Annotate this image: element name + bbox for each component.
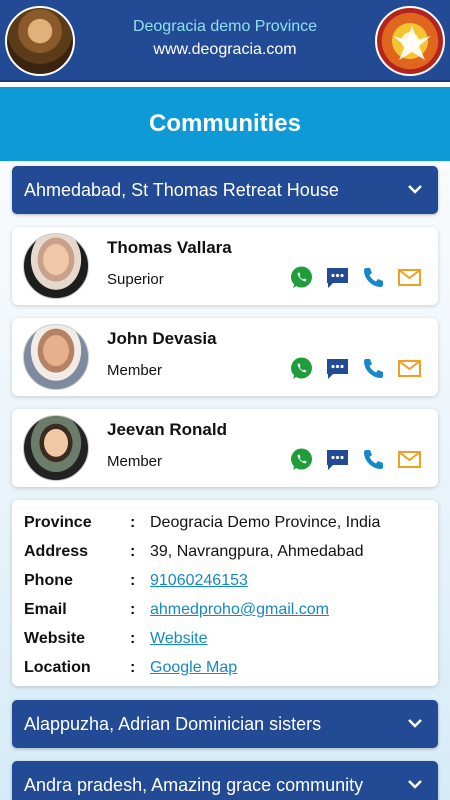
page-title: Communities (0, 87, 450, 161)
chevron-down-icon[interactable] (406, 714, 424, 732)
separator: : (130, 543, 136, 560)
message-icon[interactable] (325, 265, 350, 290)
header-title: Deogracia demo Province (132, 18, 318, 35)
member-role: Member (107, 453, 163, 470)
chevron-down-icon[interactable] (406, 180, 424, 198)
member-card: Thomas Vallara Superior (12, 227, 438, 305)
message-icon[interactable] (325, 447, 350, 472)
whatsapp-icon[interactable] (289, 265, 314, 290)
map-link[interactable]: Google Map (150, 659, 237, 677)
email-icon[interactable] (397, 356, 422, 381)
header-url[interactable]: www.deogracia.com (90, 41, 360, 59)
app-header: Deogracia demo Province www.deogracia.co… (0, 0, 450, 82)
member-avatar (23, 324, 89, 390)
member-name: Thomas Vallara (107, 238, 232, 257)
community-accordion[interactable]: Alappuzha, Adrian Dominician sisters (12, 700, 438, 748)
province-label: Province (24, 514, 92, 531)
website-link[interactable]: Website (150, 630, 208, 648)
province-value: Deogracia Demo Province, India (150, 514, 381, 531)
separator: : (130, 630, 136, 647)
separator: : (130, 659, 136, 676)
phone-icon[interactable] (361, 265, 386, 290)
address-label: Address (24, 543, 89, 560)
email-label: Email (24, 601, 67, 618)
separator: : (130, 572, 136, 589)
whatsapp-icon[interactable] (289, 447, 314, 472)
holy-spirit-logo (375, 6, 445, 76)
community-name: Alappuzha, Adrian Dominician sisters (24, 713, 322, 734)
email-link[interactable]: ahmedproho@gmail.com (150, 601, 329, 619)
phone-icon[interactable] (361, 356, 386, 381)
community-accordion[interactable]: Ahmedabad, St Thomas Retreat House (12, 166, 438, 214)
email-icon[interactable] (397, 447, 422, 472)
member-role: Member (107, 362, 163, 379)
phone-icon[interactable] (361, 447, 386, 472)
community-details: Province : Deogracia Demo Province, Indi… (12, 500, 438, 686)
dove-icon (393, 26, 431, 60)
location-label: Location (24, 659, 91, 676)
member-card: Jeevan Ronald Member (12, 409, 438, 487)
website-label: Website (24, 630, 86, 647)
phone-link[interactable]: 91060246153 (150, 572, 248, 590)
phone-label: Phone (24, 572, 73, 589)
community-accordion[interactable]: Andra pradesh, Amazing grace community (12, 761, 438, 800)
jesus-logo (5, 6, 75, 76)
chevron-down-icon[interactable] (406, 775, 424, 793)
member-name: John Devasia (107, 329, 217, 348)
separator: : (130, 514, 136, 531)
whatsapp-icon[interactable] (289, 356, 314, 381)
member-avatar (23, 233, 89, 299)
separator: : (130, 601, 136, 618)
address-value: 39, Navrangpura, Ahmedabad (150, 543, 364, 560)
member-name: Jeevan Ronald (107, 420, 227, 439)
community-name: Ahmedabad, St Thomas Retreat House (24, 179, 339, 200)
community-name: Andra pradesh, Amazing grace community (24, 774, 364, 795)
member-avatar (23, 415, 89, 481)
email-icon[interactable] (397, 265, 422, 290)
member-card: John Devasia Member (12, 318, 438, 396)
member-role: Superior (107, 271, 164, 288)
message-icon[interactable] (325, 356, 350, 381)
